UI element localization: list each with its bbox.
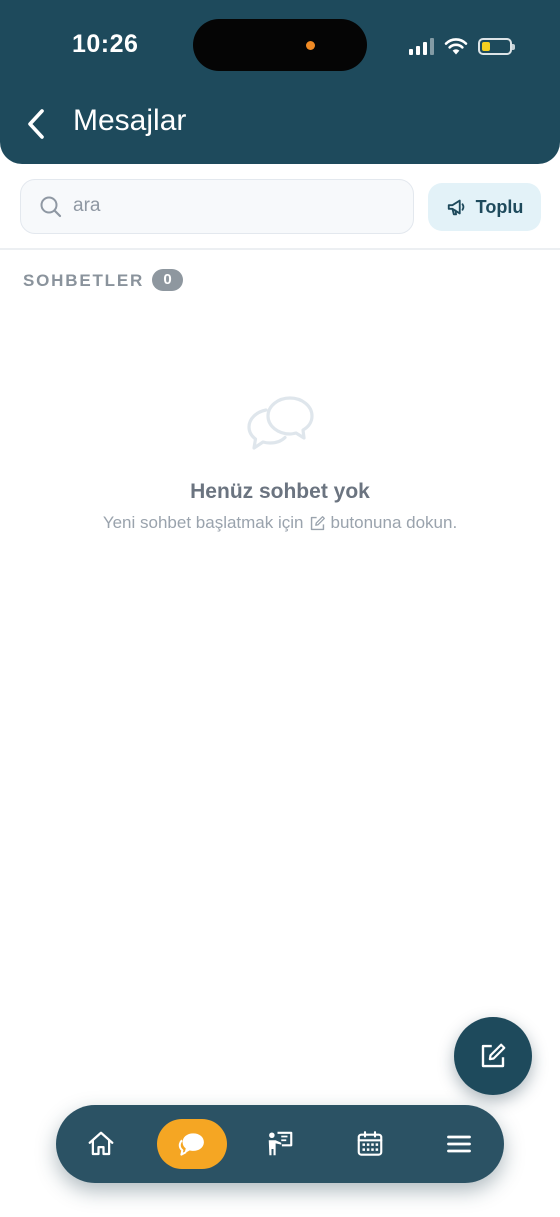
home-icon (88, 1131, 114, 1156)
search-input[interactable] (73, 180, 393, 232)
chat-count-badge: 0 (152, 269, 183, 291)
empty-subtitle-before: Yeni sohbet başlatmak için (102, 513, 304, 532)
wifi-icon (444, 38, 468, 55)
nav-home[interactable] (66, 1119, 136, 1169)
chat-icon (178, 1133, 204, 1156)
divider (0, 248, 560, 250)
presentation-icon (268, 1131, 293, 1156)
empty-state-title: Henüz sohbet yok (190, 480, 370, 503)
search-box[interactable] (20, 179, 414, 234)
nav-presentation[interactable] (245, 1119, 315, 1169)
privacy-indicator-dot (306, 41, 315, 50)
bulk-button-label: Toplu (475, 196, 524, 217)
nav-messages[interactable] (157, 1119, 227, 1169)
search-icon (40, 196, 62, 218)
compose-icon (310, 515, 325, 530)
messages-screen: 10:26 Mesajlar ara Toplu SOHBETLER 0 Hen… (0, 0, 560, 1217)
new-chat-button[interactable] (454, 1017, 532, 1095)
compose-icon (481, 1043, 506, 1068)
dynamic-island (193, 19, 367, 71)
chevron-left-icon (28, 109, 44, 139)
nav-calendar[interactable] (335, 1119, 405, 1169)
calendar-icon (357, 1131, 383, 1156)
bottom-nav (56, 1105, 504, 1183)
status-time: 10:26 (72, 30, 139, 58)
page-title: Mesajlar (73, 104, 187, 137)
back-button[interactable] (22, 106, 54, 142)
menu-icon (447, 1135, 471, 1153)
status-icons (409, 34, 515, 58)
nav-menu[interactable] (424, 1119, 494, 1169)
section-title: SOHBETLER (23, 271, 145, 290)
chat-bubbles-icon (247, 396, 314, 450)
bulk-message-button[interactable]: Toplu (428, 183, 541, 231)
app-header: 10:26 Mesajlar (0, 0, 560, 164)
battery-level (482, 41, 490, 51)
empty-state-subtitle: Yeni sohbet başlatmak için butonuna doku… (0, 513, 560, 533)
megaphone-icon (447, 199, 465, 216)
battery-icon (478, 37, 515, 55)
signal-icon (409, 37, 434, 55)
empty-subtitle-after: butonuna dokun. (330, 513, 458, 532)
